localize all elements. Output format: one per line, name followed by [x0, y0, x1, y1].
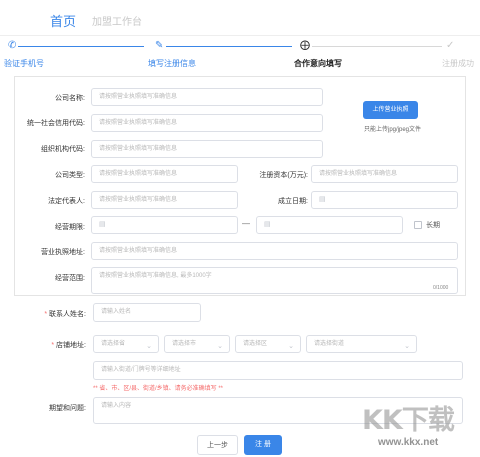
street-select[interactable]: 请选择街道 ⌄: [306, 335, 417, 353]
company-name-label: 公司名称:: [55, 95, 85, 102]
check-icon: ✓: [446, 40, 455, 51]
contact-name-label: * 联系人姓名:: [44, 311, 86, 318]
scope-counter: 0/1000: [433, 285, 449, 291]
province-select[interactable]: 请选择省 ⌄: [93, 335, 159, 353]
chevron-down-icon: ⌄: [288, 343, 294, 350]
contact-name-input[interactable]: 请输入姓名: [93, 303, 201, 322]
prev-step-button[interactable]: 上一步: [197, 435, 238, 455]
capital-label: 注册资本(万元):: [259, 172, 308, 179]
step-label: 填写注册信息: [148, 59, 196, 68]
org-code-label: 组织机构代码:: [41, 146, 85, 153]
founded-date-picker[interactable]: ▤: [311, 191, 458, 209]
step-label: 注册成功: [442, 59, 474, 68]
legal-rep-label: 法定代表人:: [48, 198, 85, 205]
company-name-input[interactable]: 请按照营业执照填写准确信息: [91, 88, 323, 106]
credit-code-label: 统一社会信用代码:: [27, 120, 85, 127]
long-term-checkbox[interactable]: [414, 221, 422, 229]
legal-rep-input[interactable]: 请按照营业执照填写准确信息: [91, 191, 238, 209]
license-address-input[interactable]: 请按照营业执照填写准确信息: [91, 242, 458, 260]
step-label: 合作意向填写: [294, 59, 342, 68]
term-label: 经营期限:: [55, 224, 85, 231]
step-connector: [312, 46, 442, 47]
chevron-down-icon: ⌄: [217, 343, 223, 350]
watermark-logo: KK下载: [362, 405, 455, 436]
nav-home[interactable]: 首页: [50, 11, 76, 30]
top-nav: 首页 加盟工作台: [0, 0, 480, 36]
step-label: 验证手机号: [4, 59, 44, 68]
upload-note: 只能上传jpg/jpeg文件: [364, 127, 422, 133]
pen-icon: ✎: [155, 40, 164, 51]
calendar-icon: ▤: [264, 221, 271, 228]
term-start-date-picker[interactable]: ▤: [91, 216, 238, 234]
term-end-date-picker[interactable]: ▤: [256, 216, 403, 234]
calendar-icon: ▤: [99, 221, 106, 228]
calendar-icon: ▤: [319, 196, 326, 203]
chevron-down-icon: ⌄: [146, 343, 152, 350]
nav-workbench[interactable]: 加盟工作台: [92, 13, 142, 28]
company-type-input[interactable]: 请按照营业执照填写准确信息: [91, 165, 238, 183]
register-button[interactable]: 注 册: [244, 435, 282, 455]
credit-code-input[interactable]: 请按照营业执照填写准确信息: [91, 114, 323, 132]
step-connector: [166, 46, 292, 47]
long-term-label: 长期: [426, 222, 440, 229]
address-warning: ** 省、市、区/县、街道/乡镇、请务必准确填写 **: [93, 386, 224, 392]
step-progress: ✆ ✎ ⨁ ✓ 验证手机号 填写注册信息 合作意向填写 注册成功: [0, 36, 480, 70]
detail-address-input[interactable]: 请输入街道/门牌号等详细地址: [93, 361, 463, 380]
scope-textarea[interactable]: 请按照营业执照填写准确信息, 最多1000字: [91, 267, 458, 294]
company-type-label: 公司类型:: [55, 172, 85, 179]
district-select[interactable]: 请选择区 ⌄: [235, 335, 301, 353]
capital-input[interactable]: 请按照营业执照填写准确信息: [311, 165, 458, 183]
watermark-url: www.kkx.net: [378, 437, 439, 448]
range-separator: —: [242, 219, 250, 228]
license-address-label: 营业执照地址:: [41, 249, 85, 256]
expectation-label: 期望和问题:: [49, 405, 86, 412]
founded-label: 成立日期:: [278, 198, 308, 205]
step-connector: [18, 46, 144, 47]
store-address-label: * 店铺地址:: [51, 342, 86, 349]
phone-icon: ✆: [8, 40, 17, 51]
scope-label: 经营范围:: [55, 275, 85, 282]
upload-license-button[interactable]: 上传营业执照: [363, 101, 418, 119]
chevron-down-icon: ⌄: [404, 343, 410, 350]
target-icon: ⨁: [300, 40, 310, 51]
city-select[interactable]: 请选择市 ⌄: [164, 335, 230, 353]
org-code-input[interactable]: 请按照营业执照填写准确信息: [91, 140, 323, 158]
